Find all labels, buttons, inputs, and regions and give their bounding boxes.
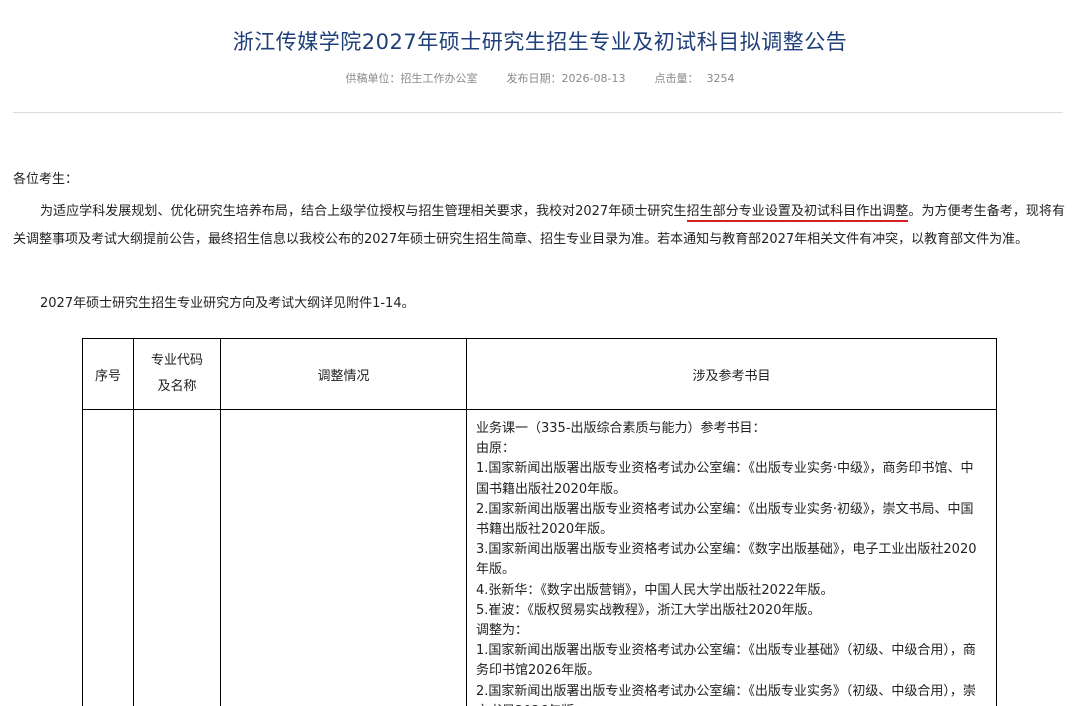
article-meta: 供稿单位：招生工作办公室 发布日期：2026-08-13 点击量： 3254 (0, 70, 1080, 86)
table-header-row: 序号 专业代码 及名称 调整情况 涉及参考书目 (82, 338, 997, 410)
header-code-line1: 专业代码 (150, 353, 203, 368)
row-code (133, 408, 221, 706)
source-label: 供稿单位： (345, 72, 401, 85)
date-label: 发布日期： (506, 72, 562, 85)
table-row: 业务课一（335-出版综合素质与能力）参考书目： 由原： 1.国家新闻出版署出版… (82, 408, 997, 706)
books-line: 由原： (476, 441, 516, 457)
row-seq (82, 408, 134, 706)
row-books: 业务课一（335-出版综合素质与能力）参考书目： 由原： 1.国家新闻出版署出版… (466, 408, 997, 706)
row-adjust (220, 408, 467, 706)
header-adjust: 调整情况 (220, 338, 467, 410)
books-line: 5.崔波：《版权贸易实战教程》，浙江大学出版社2020年版。 (476, 602, 821, 618)
page-title: 浙江传媒学院2027年硕士研究生招生专业及初试科目拟调整公告 (232, 30, 848, 54)
clicks-label: 点击量： (654, 72, 699, 85)
books-line: 3.国家新闻出版署出版专业资格考试办公室编：《数字出版基础》，电子工业出版社20… (476, 542, 977, 578)
highlighted-phrase: 招生部分专业设置及初试科目作出调整 (686, 204, 909, 222)
greeting: 各位考生： (13, 172, 79, 187)
attachment-note: 2027年硕士研究生招生专业研究方向及考试大纲详见附件1-14。 (40, 296, 415, 311)
adjustment-table: 序号 专业代码 及名称 调整情况 涉及参考书目 业务课一（335-出版综合素质与… (82, 338, 997, 706)
books-line: 2.国家新闻出版署出版专业资格考试办公室编：《出版专业实务·初级》，崇文书局、中… (476, 501, 974, 538)
header-seq: 序号 (82, 338, 134, 410)
intro-paragraph: 为适应学科发展规划、优化研究生培养布局，结合上级学位授权与招生管理相关要求，我校… (13, 198, 1065, 254)
header-code: 专业代码 及名称 (133, 338, 221, 410)
books-line: 业务课一（335-出版综合素质与能力）参考书目： (476, 421, 766, 436)
header-divider (13, 112, 1063, 113)
books-line: 2.国家新闻出版署出版专业资格考试办公室编：《出版专业实务》（初级、中级合用），… (476, 683, 976, 706)
books-line: 调整为： (476, 623, 529, 639)
books-line: 4.张新华：《数字出版营销》，中国人民大学出版社2022年版。 (476, 582, 834, 598)
intro-text-start: 为适应学科发展规划、优化研究生培养布局，结合上级学位授权与招生管理相关要求，我校… (40, 204, 687, 219)
header-code-line2: 及名称 (157, 379, 197, 394)
header-books: 涉及参考书目 (466, 338, 997, 410)
date-value: 2026-08-13 (561, 72, 626, 85)
books-line: 1.国家新闻出版署出版专业资格考试办公室编：《出版专业实务·中级》，商务印书馆、… (476, 461, 974, 497)
source-value: 招生工作办公室 (400, 72, 478, 85)
clicks-value: 3254 (706, 72, 735, 85)
books-line: 1.国家新闻出版署出版专业资格考试办公室编：《出版专业基础》（初级、中级合用），… (476, 643, 976, 679)
